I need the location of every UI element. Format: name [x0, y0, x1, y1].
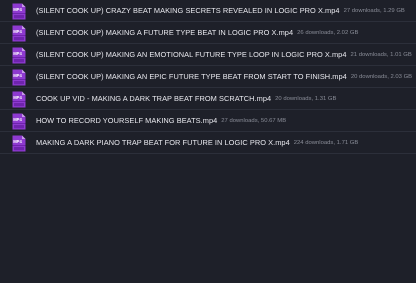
mp4-file-icon: MP4 — [12, 135, 26, 152]
file-row[interactable]: MP4 (SILENT COOK UP) MAKING AN EMOTIONAL… — [0, 44, 416, 66]
file-row[interactable]: MP4 (SILENT COOK UP) MAKING A FUTURE TYP… — [0, 22, 416, 44]
file-size: 1.71 GB — [336, 139, 359, 146]
file-row[interactable]: MP4 (SILENT COOK UP) CRAZY BEAT MAKING S… — [0, 0, 416, 22]
mp4-icon-label: MP4 — [13, 73, 22, 78]
file-downloads: 20 downloads — [275, 95, 312, 102]
file-row[interactable]: MP4 (SILENT COOK UP) MAKING AN EPIC FUTU… — [0, 66, 416, 88]
file-row[interactable]: MP4 MAKING A DARK PIANO TRAP BEAT FOR FU… — [0, 132, 416, 154]
mp4-icon-label: MP4 — [13, 29, 22, 34]
mp4-file-icon: MP4 — [12, 69, 26, 86]
file-list: MP4 (SILENT COOK UP) CRAZY BEAT MAKING S… — [0, 0, 416, 154]
file-size: 1.31 GB — [314, 95, 337, 102]
file-downloads: 20 downloads — [350, 73, 388, 80]
mp4-file-icon: MP4 — [12, 91, 26, 108]
file-name[interactable]: (SILENT COOK UP) MAKING AN EPIC FUTURE T… — [36, 72, 347, 81]
mp4-file-icon: MP4 — [12, 113, 26, 130]
file-size: 2.02 GB — [336, 29, 359, 36]
file-size: 2.03 GB — [390, 73, 413, 80]
file-downloads: 224 downloads — [293, 139, 334, 146]
mp4-icon-label: MP4 — [13, 95, 22, 100]
file-downloads: 27 downloads — [221, 117, 258, 124]
mp4-icon-label: MP4 — [13, 139, 22, 144]
file-size: 50.67 MB — [260, 117, 287, 124]
file-downloads: 21 downloads — [350, 51, 387, 58]
mp4-file-icon: MP4 — [12, 25, 26, 42]
file-row[interactable]: MP4 COOK UP VID - MAKING A DARK TRAP BEA… — [0, 88, 416, 110]
file-name[interactable]: MAKING A DARK PIANO TRAP BEAT FOR FUTURE… — [36, 138, 290, 147]
mp4-icon-label: MP4 — [13, 7, 22, 12]
file-name[interactable]: HOW TO RECORD YOURSELF MAKING BEATS.mp4 — [36, 116, 217, 125]
mp4-file-icon: MP4 — [12, 47, 26, 64]
mp4-file-icon: MP4 — [12, 3, 26, 20]
file-name[interactable]: (SILENT COOK UP) MAKING A FUTURE TYPE BE… — [36, 28, 293, 37]
file-downloads: 27 downloads — [343, 7, 380, 14]
file-size: 1.29 GB — [383, 7, 405, 14]
file-name[interactable]: (SILENT COOK UP) CRAZY BEAT MAKING SECRE… — [36, 6, 340, 15]
mp4-icon-label: MP4 — [13, 51, 22, 56]
file-name[interactable]: COOK UP VID - MAKING A DARK TRAP BEAT FR… — [36, 94, 271, 103]
mp4-icon-label: MP4 — [13, 117, 22, 122]
file-name[interactable]: (SILENT COOK UP) MAKING AN EMOTIONAL FUT… — [36, 50, 347, 59]
file-size: 1.01 GB — [390, 51, 412, 58]
file-row[interactable]: MP4 HOW TO RECORD YOURSELF MAKING BEATS.… — [0, 110, 416, 132]
file-downloads: 26 downloads — [297, 29, 334, 36]
